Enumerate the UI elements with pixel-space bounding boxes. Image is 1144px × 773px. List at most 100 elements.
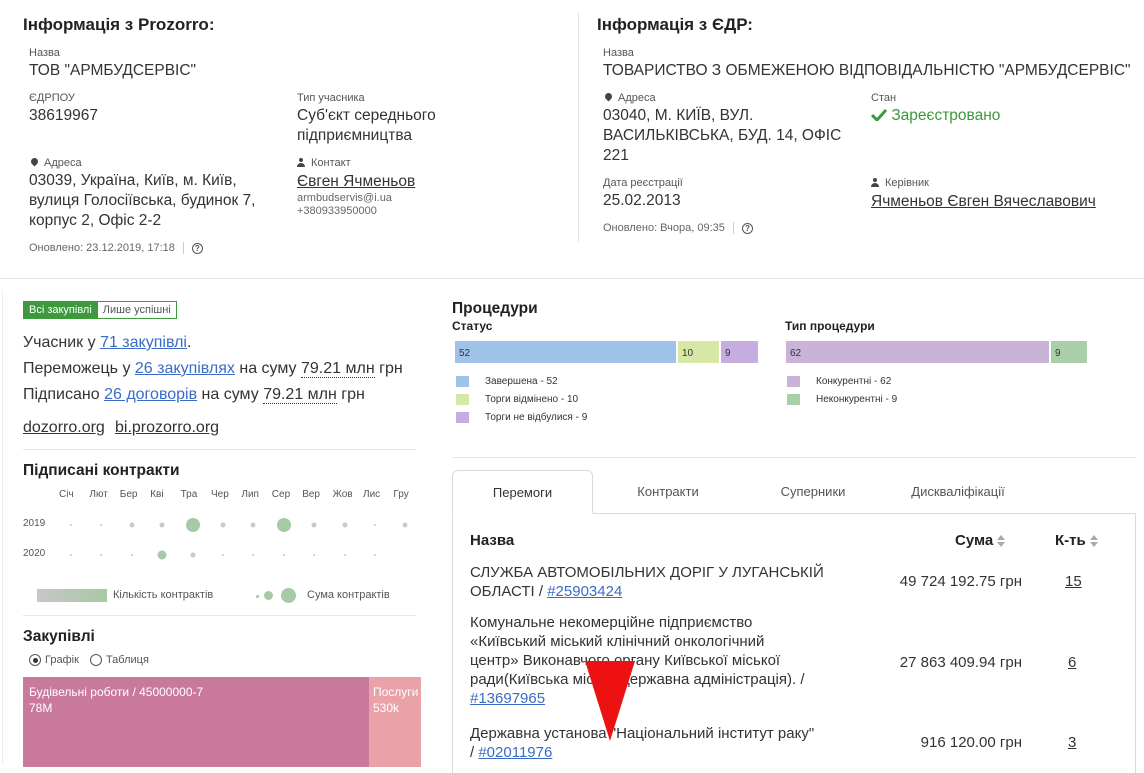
edr-name-label: Назва (603, 47, 634, 59)
left-divider (23, 449, 416, 450)
status-bar-segment[interactable]: 9 (721, 341, 758, 363)
participations-link[interactable]: 71 закупівлі (100, 334, 187, 351)
summary-winner: Переможець у 26 закупівлях на суму 79.21… (23, 360, 403, 378)
right-divider (452, 457, 1136, 458)
calendar-dot[interactable] (402, 522, 408, 528)
purchases-view-switch: Графік Таблиця (29, 654, 149, 667)
calendar-dot[interactable] (100, 524, 103, 526)
section-divider (0, 278, 1144, 279)
table-row-count-link[interactable]: 3 (1068, 733, 1076, 752)
table-row-count-link[interactable]: 15 (1065, 572, 1082, 591)
edr-heading: Інформація з ЄДР: (597, 15, 753, 34)
toggle-successful-only[interactable]: Лише успішні (97, 301, 177, 319)
wins-link[interactable]: 26 закупівлях (135, 360, 235, 377)
calendar-dot[interactable] (129, 522, 135, 528)
tender-id-link[interactable]: #25903424 (547, 583, 622, 600)
table-row-sum: 916 120.00 грн (920, 734, 1022, 751)
edr-head-label: Керівник (885, 177, 929, 189)
edr-address-label-row: Адреса (603, 91, 656, 104)
sum-legend-label: Сума контрактів (307, 589, 390, 601)
table-row-count-link[interactable]: 6 (1068, 653, 1076, 672)
contracts-link[interactable]: 26 договорів (104, 386, 197, 403)
status-bar-segment[interactable]: 52 (455, 341, 676, 363)
table-row-name: Комунальне некомерційне підприємство «Ки… (470, 614, 805, 707)
calendar-dot[interactable] (343, 554, 346, 556)
view-chart-radio[interactable]: Графік (29, 654, 79, 667)
calendar-dot[interactable] (185, 518, 200, 532)
calendar-dot[interactable] (130, 554, 133, 556)
calendar-dot[interactable] (282, 554, 285, 556)
edr-reg-label: Дата реєстрації (603, 177, 683, 189)
calendar-dot[interactable] (276, 518, 291, 532)
treemap-tile-services[interactable]: Послуги 530k (369, 677, 421, 767)
calendar-dot[interactable] (250, 522, 256, 528)
edr-name-value: ТОВАРИСТВО З ОБМЕЖЕНОЮ ВІДПОВІДАЛЬНІСТЮ … (603, 62, 1131, 79)
calendar-month-label: Лип (241, 489, 259, 500)
tabs-bar: Перемоги Контракти Суперники Дискваліфік… (452, 470, 1136, 514)
status-legend-label: Завершена - 52 (485, 376, 558, 387)
col-header-name[interactable]: Назва (470, 532, 514, 549)
tab-disqualifications[interactable]: Дискваліфікації (883, 470, 1033, 514)
treemap-tile-construction[interactable]: Будівельні роботи / 45000000-7 78M (23, 677, 369, 767)
view-table-radio[interactable]: Таблиця (89, 654, 149, 667)
col-header-count[interactable]: К-ть (1055, 532, 1099, 549)
purchases-heading: Закупівлі (23, 628, 95, 645)
sum-legend-dot-large (281, 588, 296, 603)
status-bar-segment[interactable]: 10 (678, 341, 719, 363)
tab-wins[interactable]: Перемоги (452, 470, 593, 514)
calendar-dot[interactable] (100, 554, 103, 556)
calendar-month-label: Жов (332, 489, 353, 500)
prozorro-edrpou-value: 38619967 (29, 107, 98, 124)
calendar-month-label: Вер (302, 489, 320, 500)
summary-signed: Підписано 26 договорів на суму 79.21 млн… (23, 386, 365, 404)
table-row-sum: 27 863 409.94 грн (899, 654, 1022, 671)
type-bar-segment[interactable]: 62 (786, 341, 1049, 363)
calendar-dot[interactable] (157, 550, 167, 560)
calendar-dot[interactable] (342, 522, 348, 528)
prozorro-edrpou-label: ЄДРПОУ (29, 92, 75, 104)
prozorro-type-label: Тип учасника (297, 92, 365, 104)
type-legend-swatch (787, 376, 800, 387)
treemap-tile-value: 530k (373, 701, 400, 715)
tender-id-link[interactable]: #13697965 (470, 690, 545, 707)
dozorro-link[interactable]: dozorro.org (23, 418, 105, 438)
edr-head-link[interactable]: Ячменьов Євген Вячеславович (871, 192, 1096, 212)
sort-icon (997, 535, 1006, 548)
tab-contracts[interactable]: Контракти (593, 470, 743, 514)
calendar-dot[interactable] (190, 552, 196, 558)
prozorro-contact-email: armbudservis@i.ua (297, 192, 392, 204)
sort-icon (1089, 535, 1099, 548)
prozorro-contact-link[interactable]: Євген Ячменьов (297, 172, 415, 192)
cursor-pointer-icon (585, 661, 635, 741)
type-bar-segment[interactable]: 9 (1051, 341, 1087, 363)
help-icon[interactable]: ? (741, 223, 753, 234)
tab-competitors[interactable]: Суперники (743, 470, 883, 514)
calendar-dot[interactable] (222, 554, 224, 556)
column-divider (578, 12, 579, 242)
calendar-dot[interactable] (311, 522, 317, 528)
calendar-dot[interactable] (374, 554, 376, 556)
calendar-month-label: Лют (89, 489, 108, 500)
prozorro-updated-row: Оновлено: 23.12.2019, 17:18? (29, 242, 203, 255)
col-header-sum[interactable]: Сума (955, 532, 1006, 549)
tender-id-link[interactable]: #02011976 (478, 744, 552, 761)
calendar-dot[interactable] (70, 524, 72, 526)
calendar-dot[interactable] (159, 522, 165, 528)
calendar-dot[interactable] (220, 522, 226, 528)
left-edge-line (2, 290, 3, 764)
calendar-dot[interactable] (252, 554, 255, 556)
prozorro-name-label: Назва (29, 47, 60, 59)
calendar-dot[interactable] (70, 554, 72, 556)
calendar-month-label: Тра (180, 489, 198, 500)
status-legend-swatch (456, 394, 469, 405)
edr-address-label: Адреса (618, 92, 656, 104)
bi-prozorro-link[interactable]: bi.prozorro.org (115, 418, 219, 438)
calendar-month-label: Сер (271, 489, 291, 500)
checkmark-icon (870, 108, 888, 123)
help-icon[interactable]: ? (191, 243, 203, 254)
sum-legend-dot-small (256, 595, 259, 598)
calendar-dot[interactable] (313, 554, 316, 556)
status-legend-label: Торги не відбулися - 9 (485, 412, 588, 423)
toggle-all-purchases[interactable]: Всі закупівлі (23, 301, 98, 319)
calendar-dot[interactable] (374, 524, 376, 526)
